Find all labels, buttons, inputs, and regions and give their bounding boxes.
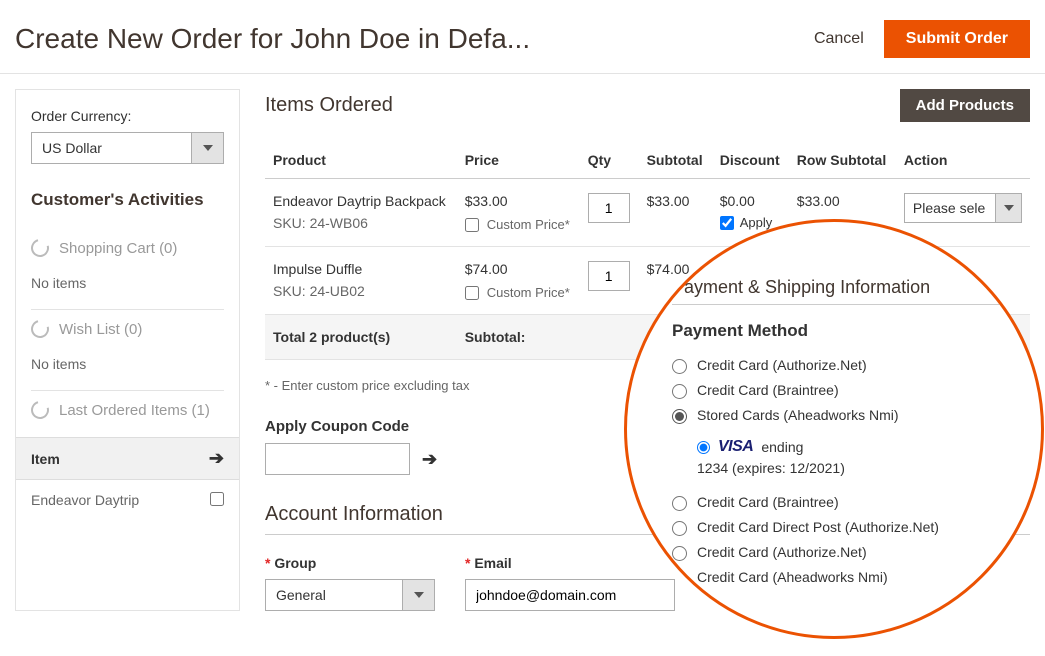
payment-method-heading: Payment Method — [672, 321, 1001, 341]
item-column-header: Item — [31, 451, 60, 467]
refresh-icon — [28, 398, 53, 423]
payment-option-label: Credit Card (Authorize.Net) — [697, 544, 867, 560]
payment-section-heading: Payment & Shipping Information — [672, 277, 1001, 305]
custom-price-checkbox[interactable] — [465, 218, 479, 232]
wish-list-label: Wish List (0) — [59, 321, 142, 338]
product-name: Endeavor Daytrip Backpack — [273, 193, 449, 209]
visa-logo-icon: VISA — [718, 438, 753, 456]
last-ordered-label: Last Ordered Items (1) — [59, 402, 210, 419]
payment-option[interactable]: Credit Card (Braintree) — [672, 382, 1001, 399]
payment-option-label: Credit Card (Aheadworks Nmi) — [697, 569, 888, 585]
custom-price-label: Custom Price* — [487, 285, 570, 300]
product-name: Impulse Duffle — [273, 261, 449, 277]
card-detail: 1234 (expires: 12/2021) — [697, 460, 1001, 476]
payment-radio[interactable] — [672, 521, 687, 536]
product-sku: SKU: 24-UB02 — [273, 283, 449, 299]
col-subtotal: Subtotal — [639, 142, 712, 179]
chevron-down-icon[interactable] — [403, 579, 435, 611]
page-title: Create New Order for John Doe in Defa... — [15, 23, 530, 55]
currency-value: US Dollar — [31, 132, 192, 164]
activities-heading: Customer's Activities — [31, 189, 224, 211]
col-row-subtotal: Row Subtotal — [789, 142, 896, 179]
payment-option[interactable]: Credit Card (Authorize.Net) — [672, 544, 1001, 561]
payment-option[interactable]: Credit Card (Aheadworks Nmi) — [672, 569, 1001, 586]
apply-discount-checkbox[interactable] — [720, 216, 734, 230]
group-value: General — [265, 579, 403, 611]
last-ordered-toggle[interactable]: Last Ordered Items (1) — [31, 401, 224, 419]
col-action: Action — [896, 142, 1030, 179]
refresh-icon — [28, 317, 53, 342]
add-products-button[interactable]: Add Products — [900, 89, 1030, 122]
qty-input[interactable] — [588, 261, 630, 291]
subtotal-value: $33.00 — [639, 179, 712, 247]
payment-radio[interactable] — [672, 384, 687, 399]
payment-callout: Payment & Shipping Information Payment M… — [624, 219, 1044, 639]
subtotal-label: Subtotal: — [457, 315, 639, 360]
payment-option[interactable]: Credit Card Direct Post (Authorize.Net) — [672, 519, 1001, 536]
product-sku: SKU: 24-WB06 — [273, 215, 449, 231]
email-input[interactable] — [465, 579, 675, 611]
shopping-cart-toggle[interactable]: Shopping Cart (0) — [31, 239, 224, 257]
payment-option[interactable]: Credit Card (Authorize.Net) — [672, 357, 1001, 374]
payment-option-label: Stored Cards (Aheadworks Nmi) — [697, 407, 899, 423]
payment-option-label: Credit Card (Authorize.Net) — [697, 357, 867, 373]
payment-radio[interactable] — [672, 496, 687, 511]
apply-label: Apply — [740, 215, 773, 230]
col-product: Product — [265, 142, 457, 179]
currency-label: Order Currency: — [31, 108, 224, 124]
items-ordered-heading: Items Ordered — [265, 94, 393, 117]
total-products-label: Total 2 product(s) — [265, 315, 457, 360]
arrow-right-icon[interactable]: ➔ — [209, 448, 224, 469]
payment-radio[interactable] — [672, 546, 687, 561]
col-qty: Qty — [580, 142, 639, 179]
payment-option[interactable]: Stored Cards (Aheadworks Nmi) — [672, 407, 1001, 424]
price-value: $74.00 — [465, 261, 572, 277]
price-value: $33.00 — [465, 193, 572, 209]
custom-price-label: Custom Price* — [487, 217, 570, 232]
shopping-cart-empty: No items — [31, 275, 224, 291]
sidebar: Order Currency: US Dollar Customer's Act… — [15, 89, 240, 611]
payment-radio[interactable] — [672, 409, 687, 424]
card-ending-label: ending — [761, 439, 803, 455]
email-label: Email — [465, 555, 675, 571]
shopping-cart-label: Shopping Cart (0) — [59, 240, 177, 257]
wish-list-toggle[interactable]: Wish List (0) — [31, 320, 224, 338]
submit-order-button[interactable]: Submit Order — [884, 20, 1030, 58]
payment-option-label: Credit Card (Braintree) — [697, 494, 839, 510]
apply-coupon-button[interactable]: ➔ — [422, 449, 437, 470]
row-action-value: Please sele — [904, 193, 996, 223]
stored-card-radio[interactable] — [697, 441, 710, 454]
row-action-select[interactable]: Please sele — [904, 193, 1022, 223]
payment-option-label: Credit Card (Braintree) — [697, 382, 839, 398]
custom-price-checkbox[interactable] — [465, 286, 479, 300]
qty-input[interactable] — [588, 193, 630, 223]
discount-value: $0.00 — [720, 193, 781, 209]
col-price: Price — [457, 142, 580, 179]
last-ordered-item: Endeavor Daytrip — [31, 492, 139, 508]
col-discount: Discount — [712, 142, 789, 179]
payment-option[interactable]: Credit Card (Braintree) — [672, 494, 1001, 511]
payment-radio[interactable] — [672, 359, 687, 374]
cancel-button[interactable]: Cancel — [814, 30, 864, 48]
chevron-down-icon[interactable] — [996, 193, 1022, 223]
refresh-icon — [28, 236, 53, 261]
last-ordered-item-checkbox[interactable] — [210, 492, 224, 506]
group-select[interactable]: General — [265, 579, 435, 611]
wish-list-empty: No items — [31, 356, 224, 372]
coupon-input[interactable] — [265, 443, 410, 475]
currency-select[interactable]: US Dollar — [31, 132, 224, 164]
group-label: Group — [265, 555, 435, 571]
payment-option-label: Credit Card Direct Post (Authorize.Net) — [697, 519, 939, 535]
chevron-down-icon[interactable] — [192, 132, 224, 164]
